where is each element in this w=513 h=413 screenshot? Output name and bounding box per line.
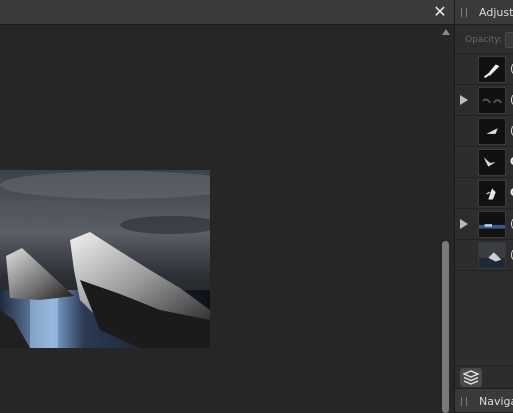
white-brush-icon (478, 56, 506, 83)
layer-row[interactable]: ( (455, 209, 513, 240)
dark-strokes-icon (478, 87, 506, 114)
white-splash-icon (478, 149, 506, 176)
opacity-row: Opacity: (455, 26, 513, 54)
document-tab-bar: ✕ (0, 0, 454, 25)
grip-icon[interactable] (461, 397, 467, 406)
chevron-up-icon[interactable] (442, 29, 450, 35)
layer-row[interactable]: O (455, 178, 513, 209)
canvas-viewport[interactable] (0, 25, 437, 413)
white-splash-icon (478, 180, 506, 207)
landscape-thumbnail (478, 242, 506, 269)
layers-stack-button[interactable] (460, 368, 482, 387)
close-document-button[interactable]: ✕ (430, 2, 450, 22)
white-brush-icon (478, 118, 506, 145)
panel-title: Navigator (479, 395, 513, 408)
layer-row[interactable]: ( (455, 240, 513, 271)
layer-row[interactable]: O (455, 147, 513, 178)
layer-row[interactable]: ( (455, 54, 513, 85)
opacity-field[interactable] (505, 32, 513, 48)
layers-stack-icon (462, 370, 480, 385)
document-artwork (0, 170, 210, 348)
opacity-label: Opacity: (465, 35, 502, 45)
expand-arrow-icon[interactable] (460, 95, 468, 105)
canvas-area: ✕ (0, 0, 454, 413)
blue-light-thumbnail (478, 211, 506, 238)
expand-arrow-icon[interactable] (460, 219, 468, 229)
panel-title: Adjustments (479, 6, 513, 19)
grip-icon[interactable] (461, 8, 467, 17)
scrollbar-thumb[interactable] (442, 241, 449, 413)
layers-toolbar (455, 365, 513, 388)
vertical-scrollbar[interactable] (437, 25, 454, 413)
adjustments-panel-header[interactable]: Adjustments (455, 0, 513, 25)
close-icon: ✕ (433, 2, 447, 21)
navigator-panel-header[interactable]: Navigator (455, 388, 513, 413)
studio-panel: Adjustments Opacity: ( ( ( O O (454, 0, 513, 413)
layer-row[interactable]: ( (455, 116, 513, 147)
layer-row[interactable]: ( (455, 85, 513, 116)
